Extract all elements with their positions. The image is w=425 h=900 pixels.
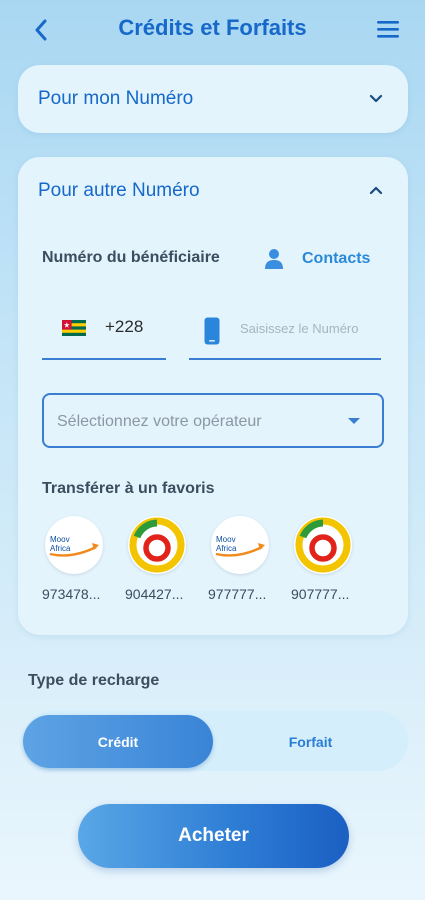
togo-flag-icon — [62, 320, 86, 336]
chevron-down-icon — [369, 94, 383, 103]
user-icon — [265, 249, 283, 269]
recharge-type-toggle: Crédit Forfait — [23, 711, 408, 771]
favorite-number: 973478... — [42, 586, 101, 602]
dial-code: +228 — [105, 317, 144, 336]
svg-text:Moov: Moov — [50, 535, 70, 544]
buy-button[interactable]: Acheter — [78, 804, 349, 868]
favorites-label: Transférer à un favoris — [42, 480, 215, 497]
app-header: Crédits et Forfaits — [0, 0, 425, 60]
recharge-type-label: Type de recharge — [28, 672, 160, 689]
moov-africa-logo-icon: Moov Africa — [211, 516, 269, 574]
svg-text:Africa: Africa — [216, 544, 237, 553]
favorites-list: Moov Africa 973478... 904427... Moov Afr… — [42, 516, 392, 606]
other-number-label[interactable]: Pour autre Numéro — [38, 180, 200, 202]
favorite-item[interactable]: 907777... — [291, 516, 361, 602]
favorite-number: 907777... — [291, 586, 350, 602]
operator-placeholder: Sélectionnez votre opérateur — [57, 413, 262, 430]
svg-text:Moov: Moov — [216, 535, 236, 544]
favorite-item[interactable]: Moov Africa 977777... — [208, 516, 278, 602]
hamburger-menu-icon — [377, 21, 399, 38]
menu-button[interactable] — [375, 18, 401, 40]
favorite-item[interactable]: 904427... — [125, 516, 195, 602]
favorite-number: 904427... — [125, 586, 184, 602]
credit-option[interactable]: Crédit — [23, 715, 213, 768]
moov-africa-logo-icon: Moov Africa — [45, 516, 103, 574]
contacts-label: Contacts — [302, 250, 371, 267]
my-number-label: Pour mon Numéro — [38, 88, 194, 109]
favorite-number: 977777... — [208, 586, 267, 602]
chevron-up-icon[interactable] — [368, 182, 384, 198]
smartphone-icon — [204, 317, 220, 345]
country-code-selector[interactable]: +228 — [42, 312, 166, 360]
togocom-logo-icon — [294, 516, 352, 574]
phone-number-input[interactable] — [240, 321, 380, 336]
phone-number-field[interactable] — [189, 312, 381, 360]
togocom-logo-icon — [128, 516, 186, 574]
forfait-option[interactable]: Forfait — [213, 715, 408, 768]
contacts-button[interactable]: Contacts — [264, 246, 370, 272]
other-number-section: Pour autre Numéro Numéro du bénéficiaire… — [18, 157, 408, 635]
my-number-section[interactable]: Pour mon Numéro — [18, 65, 408, 133]
svg-text:Africa: Africa — [50, 544, 71, 553]
dropdown-arrow-icon — [348, 418, 360, 424]
operator-dropdown[interactable]: Sélectionnez votre opérateur — [42, 393, 384, 448]
beneficiary-label: Numéro du bénéficiaire — [42, 249, 220, 266]
favorite-item[interactable]: Moov Africa 973478... — [42, 516, 112, 602]
page-title: Crédits et Forfaits — [118, 15, 307, 40]
